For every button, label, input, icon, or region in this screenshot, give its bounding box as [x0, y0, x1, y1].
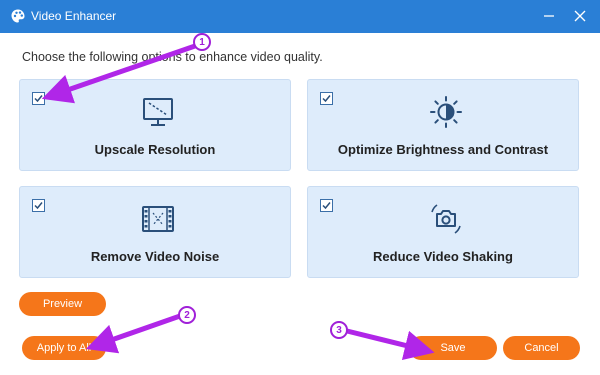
- annotation-badge-1: 1: [193, 33, 211, 51]
- close-icon: [574, 10, 586, 22]
- option-label: Optimize Brightness and Contrast: [337, 142, 549, 157]
- annotation-badge-3: 3: [330, 321, 348, 339]
- option-label: Upscale Resolution: [94, 142, 216, 157]
- title-bar: Video Enhancer: [0, 0, 600, 33]
- palette-icon: [10, 8, 26, 24]
- stabilize-camera-icon: [431, 204, 461, 234]
- option-card-remove-video-noise[interactable]: Remove Video Noise: [19, 186, 291, 278]
- monitor-upscale-icon: [143, 98, 173, 126]
- option-label: Remove Video Noise: [90, 249, 220, 264]
- instruction-text: Choose the following options to enhance …: [22, 50, 323, 64]
- option-card-brightness-contrast[interactable]: Optimize Brightness and Contrast: [307, 79, 579, 171]
- remove-video-noise-checkbox[interactable]: [32, 199, 45, 212]
- brightness-contrast-checkbox[interactable]: [320, 92, 333, 105]
- minimize-icon: [544, 15, 554, 17]
- preview-button[interactable]: Preview: [19, 292, 106, 316]
- film-strip-icon: [142, 206, 174, 232]
- checkmark-icon: [34, 202, 43, 210]
- save-button[interactable]: Save: [409, 336, 497, 360]
- close-button[interactable]: [570, 6, 590, 26]
- checkmark-icon: [322, 95, 331, 103]
- minimize-button[interactable]: [539, 6, 559, 26]
- apply-to-all-button[interactable]: Apply to All: [22, 336, 106, 360]
- checkmark-icon: [34, 95, 43, 103]
- option-card-reduce-video-shaking[interactable]: Reduce Video Shaking: [307, 186, 579, 278]
- annotation-arrow-2: [85, 313, 181, 354]
- checkmark-icon: [322, 202, 331, 210]
- upscale-resolution-checkbox[interactable]: [32, 92, 45, 105]
- annotation-badge-2: 2: [178, 306, 196, 324]
- brightness-icon: [430, 96, 462, 128]
- option-card-upscale-resolution[interactable]: Upscale Resolution: [19, 79, 291, 171]
- option-label: Reduce Video Shaking: [373, 249, 513, 264]
- cancel-button[interactable]: Cancel: [503, 336, 580, 360]
- window-title: Video Enhancer: [31, 9, 117, 23]
- reduce-video-shaking-checkbox[interactable]: [320, 199, 333, 212]
